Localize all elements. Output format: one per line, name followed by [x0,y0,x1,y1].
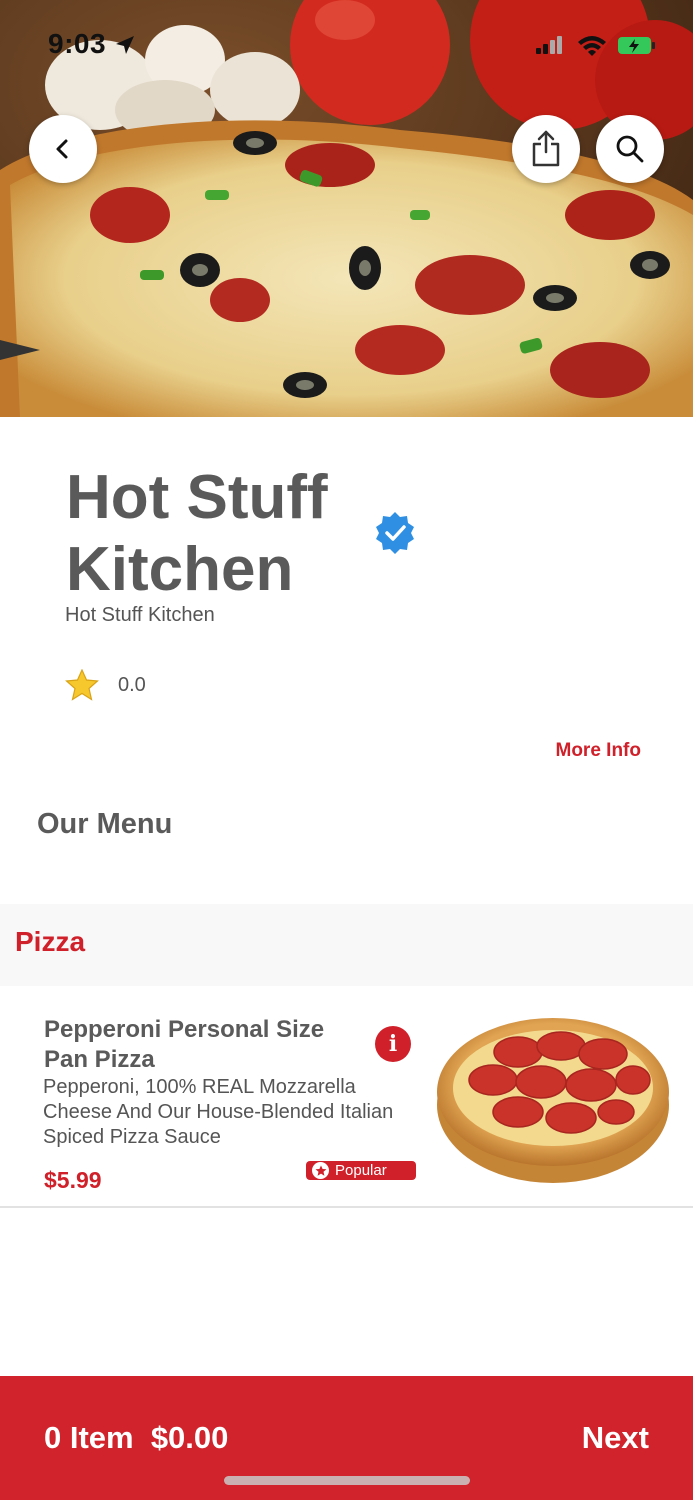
status-bar: 9:03 [0,0,693,90]
cart-footer[interactable]: 0 Item $0.00 Next [0,1376,693,1500]
share-button[interactable] [512,115,580,183]
verified-badge-icon [376,512,414,554]
restaurant-subtitle: Hot Stuff Kitchen [65,604,215,626]
search-icon [616,135,644,163]
popular-badge: Popular [306,1161,416,1180]
info-icon[interactable]: i [375,1026,411,1062]
status-icons [536,36,655,56]
pepperoni-pizza-image [437,1018,669,1183]
popular-badge-label: Popular [335,1162,387,1179]
status-time: 9:03 [48,28,107,59]
signal-icon [536,36,562,54]
star-icon [65,669,99,701]
cart-summary: 0 Item $0.00 [44,1420,229,1455]
item-name: Pepperoni Personal Size Pan Pizza [44,1016,325,1073]
star-icon [312,1162,329,1179]
home-indicator [224,1476,470,1485]
menu-heading: Our Menu [37,808,173,840]
wifi-icon [578,36,606,56]
item-price: $5.99 [44,1167,102,1193]
back-icon [56,139,68,159]
location-arrow-icon [116,36,134,54]
more-info-link[interactable]: More Info [556,740,642,762]
item-description: Pepperoni, 100% REAL Mozzarella Cheese A… [43,1076,394,1148]
menu-item[interactable]: Pepperoni Personal Size Pan Pizza i Pepp… [0,986,693,1208]
hero-image: 9:03 [0,0,693,417]
category-header-pizza[interactable]: Pizza [0,904,693,986]
next-button[interactable]: Next [582,1420,649,1456]
battery-charging-icon [618,37,655,54]
search-button[interactable] [596,115,664,183]
restaurant-name: Hot Stuff Kitchen [66,463,328,604]
category-label: Pizza [15,926,86,957]
share-icon [532,130,560,167]
back-button[interactable] [29,115,97,183]
rating-value: 0.0 [118,674,146,696]
